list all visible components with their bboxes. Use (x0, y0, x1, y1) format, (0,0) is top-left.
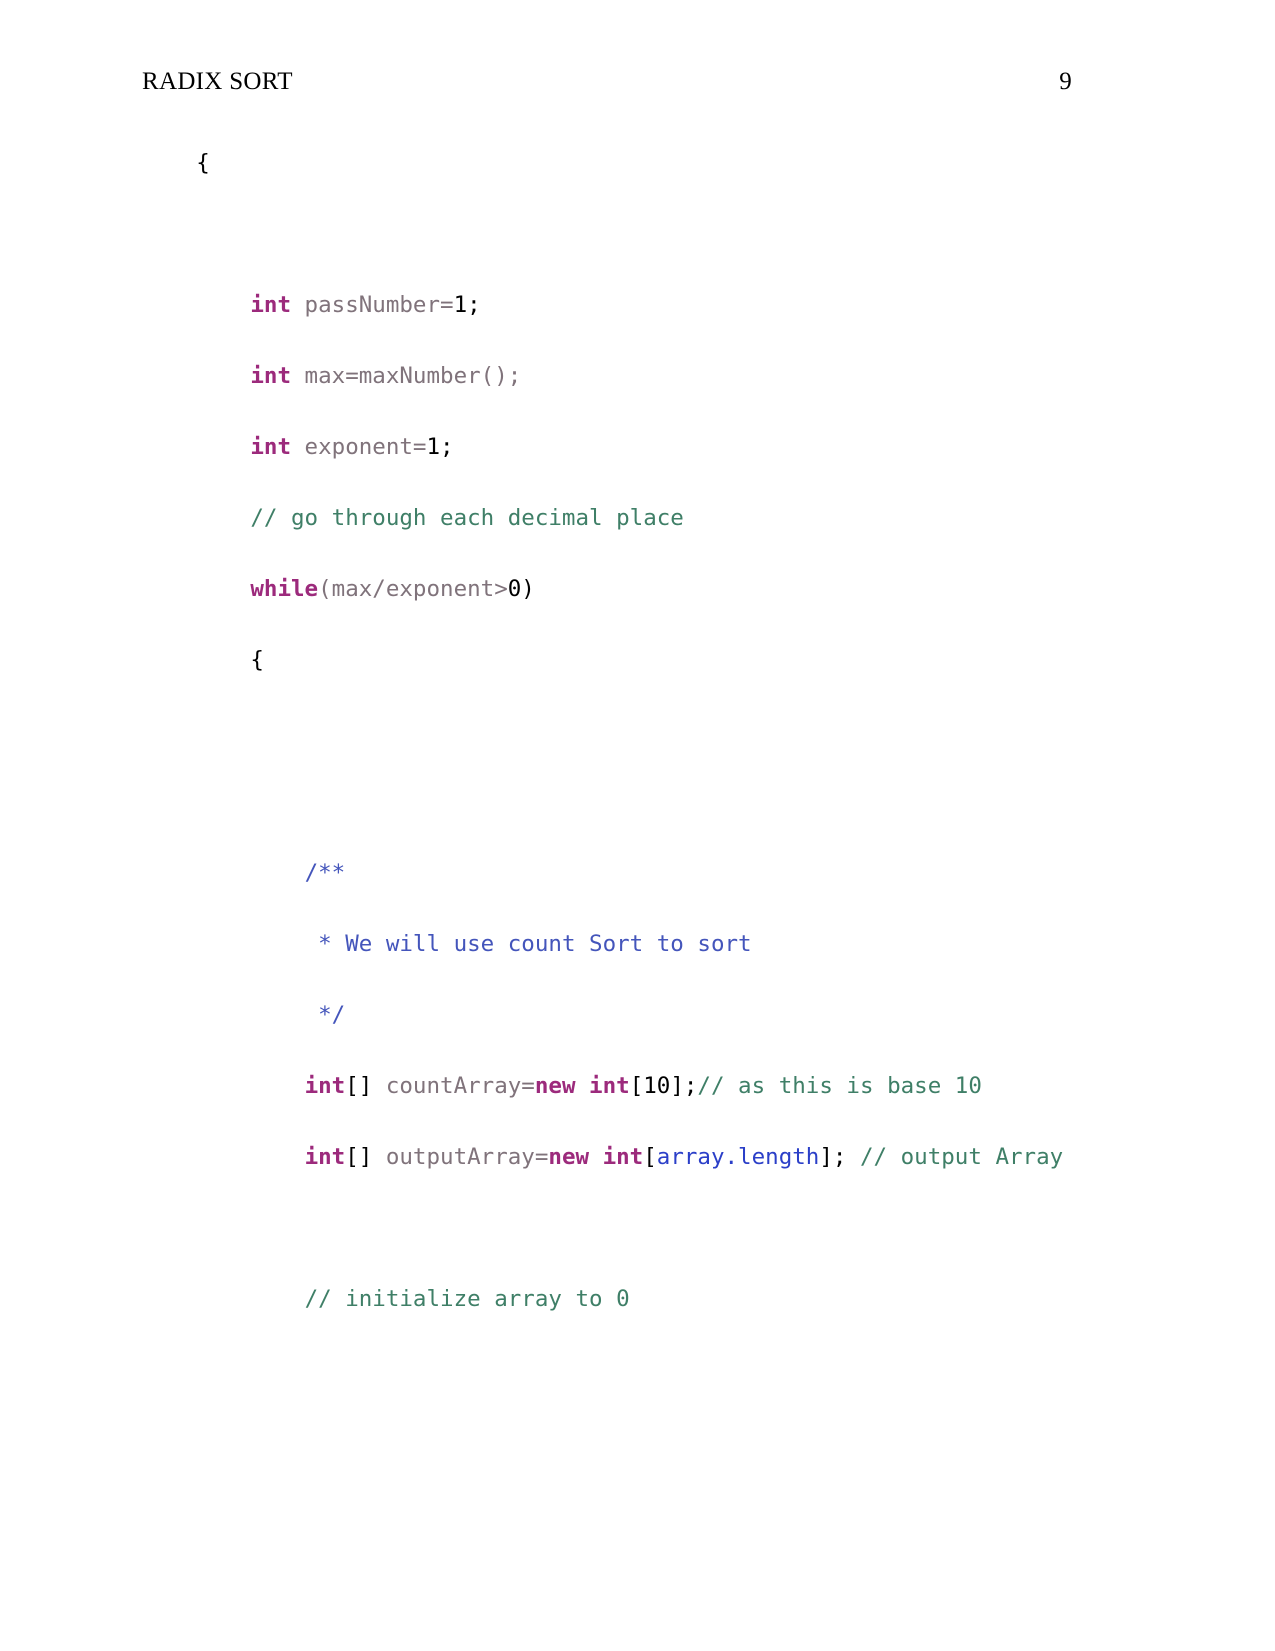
code-line: /** (142, 838, 1142, 909)
code-token-identifier: passNumber= (291, 292, 454, 318)
code-token-keyword: int (304, 1144, 346, 1170)
code-line: int[] outputArray=new int[array.length];… (142, 1122, 1142, 1193)
code-token-plain: ]; (819, 1144, 860, 1170)
code-line: while(max/exponent>0) (142, 554, 1142, 625)
code-token-keyword: int (250, 292, 292, 318)
code-line: // initialize array to 0 (142, 1264, 1142, 1335)
code-token-line-comment: // go through each decimal place (250, 505, 684, 531)
code-token-identifier: outputArray= (372, 1144, 549, 1170)
code-token-doc-comment: * We will use count Sort to sort (304, 931, 752, 957)
code-token-keyword: int (250, 363, 292, 389)
code-line: int passNumber=1; (142, 270, 1142, 341)
code-line: int max=maxNumber(); (142, 341, 1142, 412)
code-token-plain: 0) (507, 576, 535, 602)
code-token-keyword: new (548, 1144, 590, 1170)
code-token-keyword: while (250, 576, 319, 602)
code-token-doc-comment: */ (304, 1002, 346, 1028)
code-token-field-access: array.length (656, 1144, 820, 1170)
code-token-plain: { (250, 647, 264, 673)
code-token-plain: [] (345, 1144, 373, 1170)
code-token-keyword: new (534, 1073, 576, 1099)
code-token-plain: [ (643, 1144, 657, 1170)
code-token-identifier: (max/exponent> (318, 576, 508, 602)
code-line: int exponent=1; (142, 412, 1142, 483)
code-token-plain: [] (345, 1073, 373, 1099)
code-token-plain: { (196, 150, 210, 176)
code-line: int[] countArray=new int[10];// as this … (142, 1051, 1142, 1122)
code-token-line-comment: // as this is base 10 (697, 1073, 982, 1099)
code-token-plain: [10]; (629, 1073, 698, 1099)
code-listing: { int passNumber=1; int max=maxNumber();… (142, 128, 1142, 1335)
code-token-identifier: countArray= (372, 1073, 535, 1099)
code-line: * We will use count Sort to sort (142, 909, 1142, 980)
code-token-identifier: max=maxNumber(); (291, 363, 522, 389)
running-head-title: RADIX SORT (142, 68, 293, 95)
code-line: { (142, 128, 1142, 199)
code-token-line-comment: // initialize array to 0 (304, 1286, 630, 1312)
code-token-identifier: exponent= (291, 434, 427, 460)
code-token-line-comment: // output Array (859, 1144, 1064, 1170)
code-line: { (142, 625, 1142, 696)
code-line: // go through each decimal place (142, 483, 1142, 554)
code-token-keyword: int (304, 1073, 346, 1099)
page-number: 9 (1059, 68, 1072, 95)
running-head: RADIX SORT 9 (142, 68, 1072, 96)
code-token-doc-comment: /** (304, 860, 346, 886)
code-token-keyword: int (602, 1144, 644, 1170)
code-line: */ (142, 980, 1142, 1051)
code-token-keyword: int (589, 1073, 630, 1099)
code-token-plain: 1; (453, 292, 481, 318)
code-token-plain: 1; (426, 434, 454, 460)
document-page: RADIX SORT 9 { int passNumber=1; int max… (0, 0, 1275, 1651)
code-token-keyword: int (250, 434, 292, 460)
